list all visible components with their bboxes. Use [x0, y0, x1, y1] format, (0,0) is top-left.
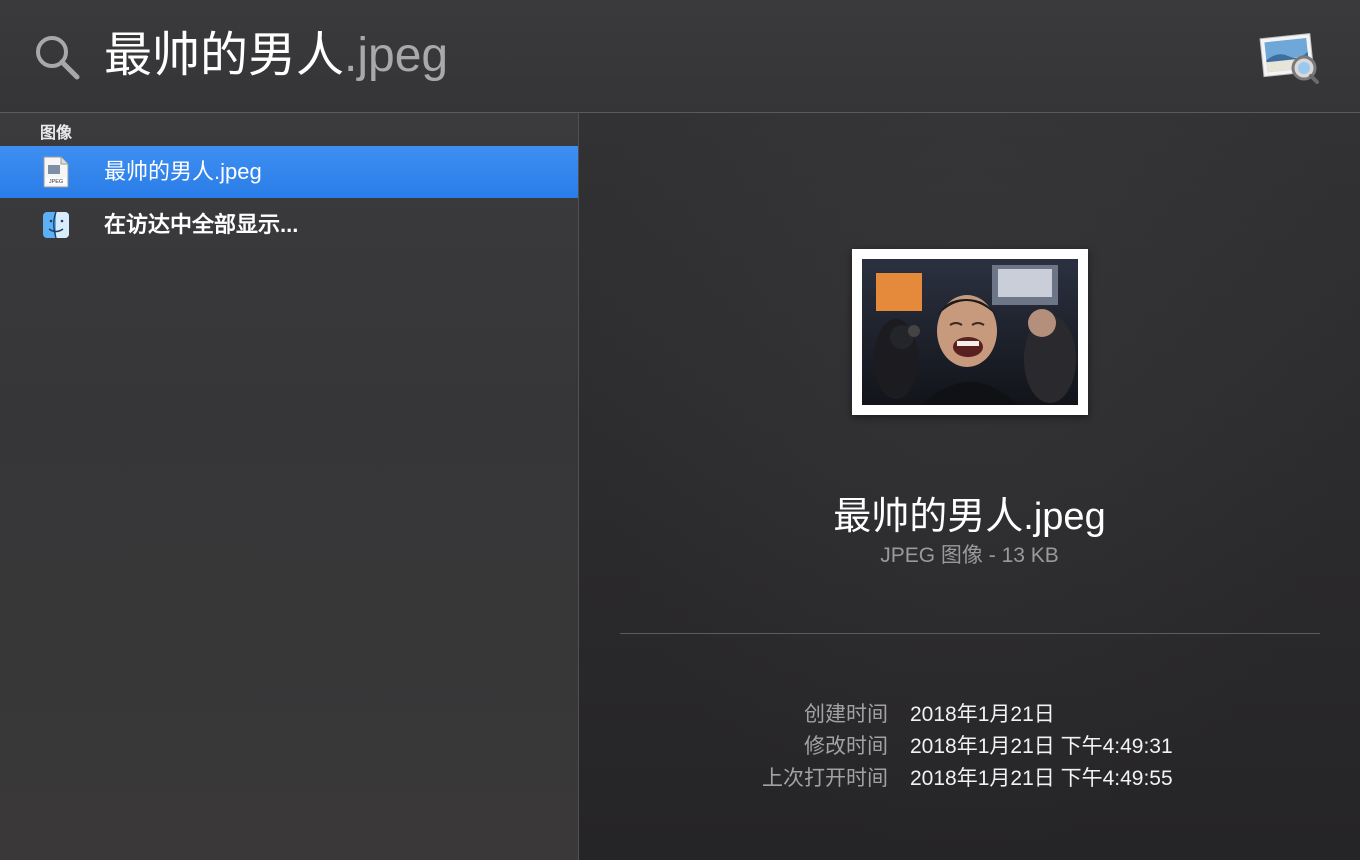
- metadata-row-last-opened: 上次打开时间 2018年1月21日 下午4:49:55: [579, 763, 1360, 795]
- preview-panel: 最帅的男人.jpeg JPEG 图像 - 13 KB 创建时间 2018年1月2…: [579, 113, 1360, 860]
- metadata-key: 修改时间: [804, 735, 888, 758]
- search-input[interactable]: 最帅的男人.jpeg: [104, 24, 448, 88]
- search-bar: 最帅的男人.jpeg: [0, 0, 1360, 113]
- result-item-jpeg[interactable]: JPEG 最帅的男人.jpeg: [0, 146, 578, 198]
- preview-file-kind: JPEG 图像 - 13 KB: [880, 544, 1059, 567]
- image-thumbnail: [852, 249, 1088, 415]
- divider: [620, 633, 1320, 634]
- metadata-value: 2018年1月21日 下午4:49:31: [910, 735, 1173, 758]
- finder-icon: [43, 211, 69, 239]
- jpeg-file-icon: JPEG: [43, 156, 69, 188]
- section-header-images: 图像: [40, 125, 73, 142]
- spotlight-window: 最帅的男人.jpeg 图像 JPEG 最帅的男人.jpeg 在访达中全部显示..…: [0, 0, 1360, 860]
- metadata-row-modified: 修改时间 2018年1月21日 下午4:49:31: [579, 731, 1360, 763]
- result-item-show-all-in-finder[interactable]: 在访达中全部显示...: [0, 199, 578, 251]
- search-typed-text: 最帅的男人: [104, 29, 345, 82]
- svg-text:JPEG: JPEG: [49, 179, 63, 185]
- search-autocomplete-text: .jpeg: [344, 29, 449, 82]
- thumbnail-photo: [862, 259, 1078, 405]
- metadata-value: 2018年1月21日: [910, 703, 1055, 726]
- preview-file-title: 最帅的男人.jpeg: [833, 496, 1106, 538]
- results-list: 图像 JPEG 最帅的男人.jpeg 在访达中全部显示...: [0, 113, 579, 860]
- search-icon: [36, 36, 80, 80]
- metadata-row-created: 创建时间 2018年1月21日: [579, 699, 1360, 731]
- result-label: 最帅的男人.jpeg: [104, 159, 262, 184]
- result-label: 在访达中全部显示...: [104, 212, 299, 237]
- metadata-key: 创建时间: [804, 703, 888, 726]
- metadata-key: 上次打开时间: [762, 767, 888, 790]
- preview-app-icon[interactable]: [1258, 30, 1320, 84]
- metadata-value: 2018年1月21日 下午4:49:55: [910, 767, 1173, 790]
